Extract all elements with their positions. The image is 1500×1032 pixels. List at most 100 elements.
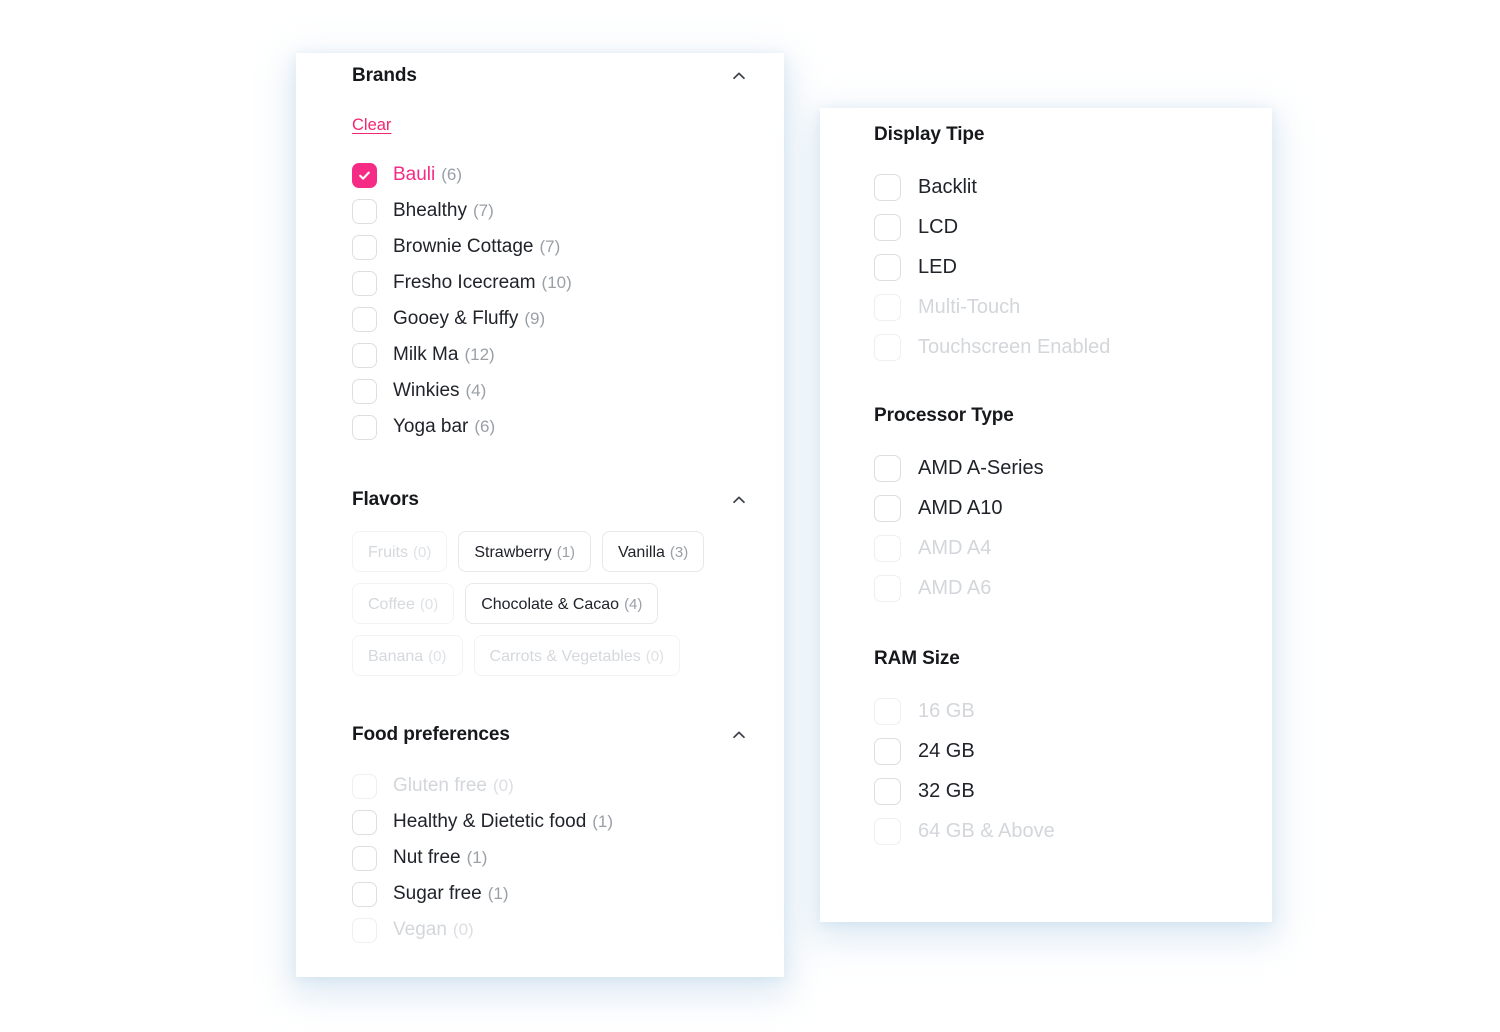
food-preference-checkbox[interactable] — [352, 809, 377, 835]
flavor-chip-count: (3) — [669, 544, 689, 561]
display-type-checkbox[interactable] — [874, 253, 901, 281]
brand-count: (9) — [524, 309, 546, 328]
flavor-chip-label: Carrots & Vegetables — [489, 648, 641, 665]
chevron-up-icon[interactable] — [728, 489, 750, 511]
processor-type-checkbox[interactable] — [874, 494, 901, 522]
brand-row[interactable]: Fresho Icecream (10) — [352, 265, 750, 301]
brand-row[interactable]: Winkies (4) — [352, 373, 750, 409]
brand-label: Milk Ma — [393, 344, 459, 365]
flavor-chip: Fruits (0) — [352, 531, 448, 572]
left-panel-content: Brands Clear Bauli (6) Bhealthy (7) Brownie … — [296, 53, 784, 948]
display-type-row: Multi-Touch — [874, 287, 1246, 327]
processor-type-row: AMD A4 — [874, 528, 1246, 568]
flavor-chip-label: Fruits — [368, 544, 408, 561]
brand-checkbox[interactable] — [352, 270, 377, 296]
brand-checkbox[interactable] — [352, 198, 377, 224]
ram-size-checkbox-list: 16 GB 24 GB 32 GB 64 GB & Above — [874, 691, 1246, 851]
brand-checkbox[interactable] — [352, 234, 377, 260]
flavor-chip-count: (4) — [624, 596, 643, 613]
food-preference-row[interactable]: Nut free (1) — [352, 840, 750, 876]
ram-size-checkbox[interactable] — [874, 777, 901, 805]
brand-row[interactable]: Bhealthy (7) — [352, 193, 750, 229]
flavor-chip-count: (1) — [556, 544, 576, 561]
brand-row[interactable]: Gooey & Fluffy (9) — [352, 301, 750, 337]
brand-label: Winkies — [393, 380, 460, 401]
ram-size-checkbox[interactable] — [874, 737, 901, 765]
display-type-section-title: Display Tipe — [874, 124, 985, 145]
clear-filters-link[interactable]: Clear — [352, 116, 391, 135]
brand-row[interactable]: Brownie Cottage (7) — [352, 229, 750, 265]
brands-section-title: Brands — [352, 65, 417, 86]
ram-size-row: 16 GB — [874, 691, 1246, 731]
flavor-chip: Banana (0) — [352, 635, 463, 676]
specs-filter-panel: Display Tipe Backlit LCD LED Multi-Touch Tou… — [820, 108, 1272, 922]
display-type-label: Backlit — [918, 175, 977, 198]
flavor-chip-label: Strawberry — [474, 544, 552, 561]
processor-type-checkbox[interactable] — [874, 454, 901, 482]
food-preferences-section-title: Food preferences — [352, 724, 510, 745]
brand-row[interactable]: Milk Ma (12) — [352, 337, 750, 373]
food-preference-count: (0) — [493, 776, 514, 795]
ram-size-checkbox — [874, 697, 901, 725]
brand-count: (10) — [541, 273, 572, 292]
food-preference-count: (1) — [487, 884, 509, 903]
brand-count: (12) — [464, 345, 495, 364]
flavor-chip-count: (0) — [419, 596, 439, 613]
flavor-chip[interactable]: Chocolate & Cacao (4) — [465, 583, 659, 624]
page-root: Brands Clear Bauli (6) Bhealthy (7) Brownie … — [0, 0, 1500, 1032]
processor-type-row[interactable]: AMD A10 — [874, 488, 1246, 528]
processor-type-label: AMD A6 — [918, 576, 992, 599]
food-preference-row[interactable]: Sugar free (1) — [352, 876, 750, 912]
processor-type-checkbox-list: AMD A-Series AMD A10 AMD A4 AMD A6 — [874, 448, 1246, 608]
flavor-chip-count: (0) — [428, 648, 447, 665]
flavors-section-header[interactable]: Flavors — [352, 489, 750, 511]
brand-label: Brownie Cottage — [393, 236, 534, 257]
brand-label: Yoga bar — [393, 416, 469, 437]
display-type-row[interactable]: LCD — [874, 207, 1246, 247]
brand-row[interactable]: Bauli (6) — [352, 157, 750, 193]
chevron-up-icon[interactable] — [728, 724, 750, 746]
brand-label: Gooey & Fluffy — [393, 308, 519, 329]
processor-type-row: AMD A6 — [874, 568, 1246, 608]
food-preference-row[interactable]: Healthy & Dietetic food (1) — [352, 804, 750, 840]
display-type-row[interactable]: LED — [874, 247, 1246, 287]
right-panel-content: Display Tipe Backlit LCD LED Multi-Touch Tou… — [820, 108, 1272, 851]
display-type-checkbox — [874, 293, 901, 321]
flavor-chip[interactable]: Strawberry (1) — [458, 531, 592, 572]
display-type-label: LED — [918, 255, 957, 278]
food-preference-label: Healthy & Dietetic food — [393, 811, 587, 832]
brand-checkbox[interactable] — [352, 162, 377, 188]
ram-size-label: 32 GB — [918, 779, 975, 802]
brands-section-header[interactable]: Brands — [352, 53, 750, 87]
brand-row[interactable]: Yoga bar (6) — [352, 409, 750, 445]
ram-size-row[interactable]: 32 GB — [874, 771, 1246, 811]
food-preference-checkbox[interactable] — [352, 881, 377, 907]
food-preference-checkbox[interactable] — [352, 845, 377, 871]
display-type-checkbox-list: Backlit LCD LED Multi-Touch Touchscreen Enab… — [874, 167, 1246, 367]
brand-label: Bauli — [393, 164, 436, 185]
brand-count: (7) — [539, 237, 561, 256]
processor-type-section-title: Processor Type — [874, 405, 1014, 426]
ram-size-row[interactable]: 24 GB — [874, 731, 1246, 771]
food-preference-row: Gluten free (0) — [352, 768, 750, 804]
processor-type-checkbox — [874, 574, 901, 602]
display-type-checkbox[interactable] — [874, 173, 901, 201]
display-type-label: LCD — [918, 215, 959, 238]
display-type-label: Touchscreen Enabled — [918, 335, 1111, 358]
display-type-checkbox[interactable] — [874, 213, 901, 241]
brand-checkbox[interactable] — [352, 342, 377, 368]
brand-checkbox[interactable] — [352, 414, 377, 440]
food-preference-count: (1) — [592, 812, 614, 831]
checkmark-icon — [353, 164, 376, 187]
ram-size-checkbox — [874, 817, 901, 845]
flavors-chip-list: Fruits (0) Strawberry (1) Vanilla (3) Coffee (0… — [352, 531, 750, 676]
display-type-row[interactable]: Backlit — [874, 167, 1246, 207]
processor-type-label: AMD A10 — [918, 496, 1003, 519]
flavor-chip[interactable]: Vanilla (3) — [602, 531, 705, 572]
processor-type-row[interactable]: AMD A-Series — [874, 448, 1246, 488]
brand-count: (6) — [441, 165, 463, 184]
brand-checkbox[interactable] — [352, 378, 377, 404]
chevron-up-icon[interactable] — [728, 65, 750, 87]
food-preferences-section-header[interactable]: Food preferences — [352, 724, 750, 746]
brand-checkbox[interactable] — [352, 306, 377, 332]
